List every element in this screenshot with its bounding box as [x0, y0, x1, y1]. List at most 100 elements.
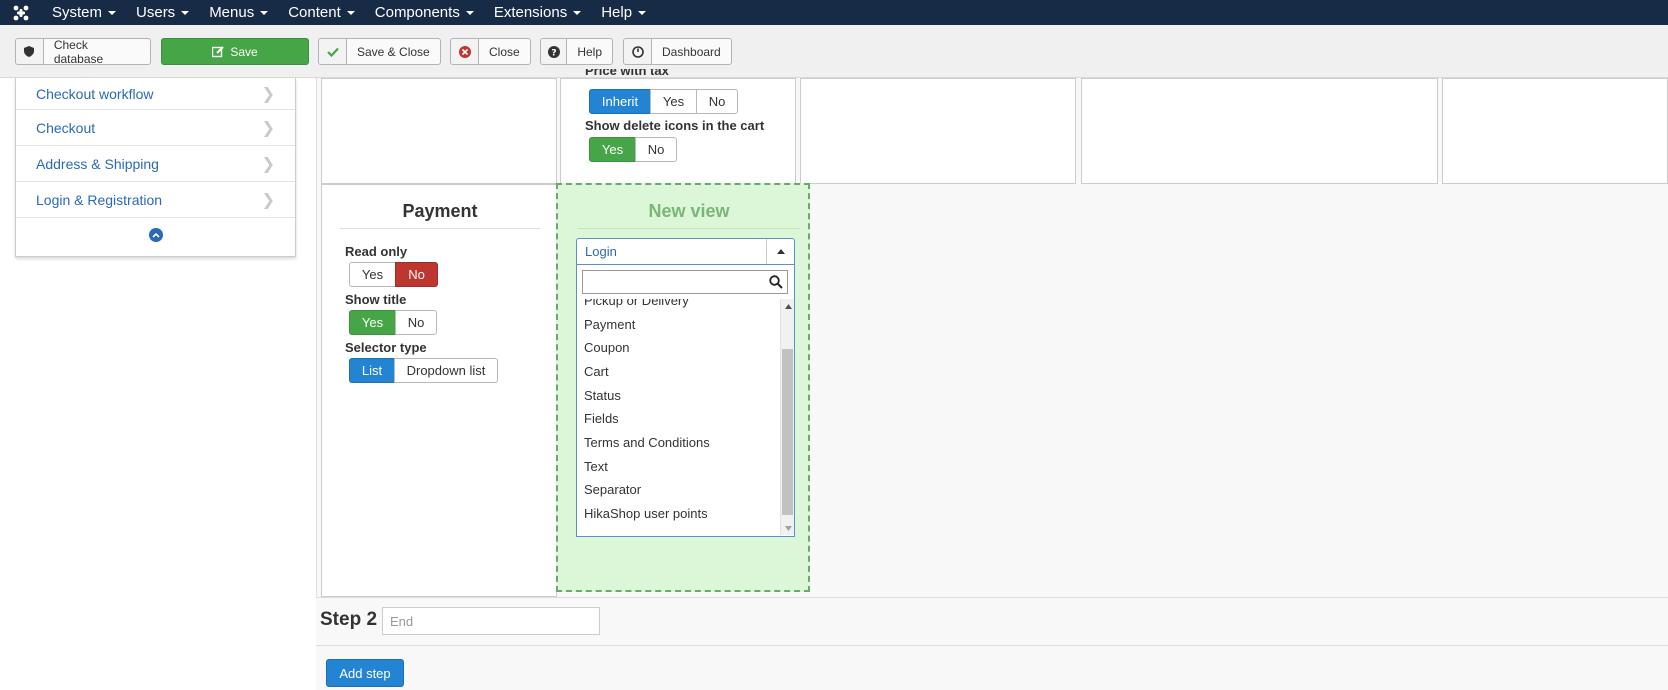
save-label-wrap: Save: [212, 39, 258, 64]
save-button[interactable]: Save: [161, 38, 309, 65]
add-step-row: Add step: [316, 645, 1668, 690]
chevron-right-icon: ❯: [261, 155, 275, 173]
workflow-cell: [1442, 78, 1668, 184]
read-only-yes[interactable]: Yes: [349, 262, 396, 287]
payment-title: Payment: [402, 201, 478, 221]
show-delete-icons-label: Show delete icons in the cart: [585, 118, 765, 133]
show-title-yes[interactable]: Yes: [349, 310, 396, 335]
sidebar-item-label: Checkout workflow: [36, 85, 154, 102]
sidebar-item-label: Address & Shipping: [36, 155, 159, 172]
option-text[interactable]: Text: [584, 454, 608, 479]
dashboard-button[interactable]: Dashboard: [623, 38, 732, 65]
menu-content[interactable]: Content: [278, 0, 365, 25]
menu-menus-label: Menus: [209, 4, 255, 21]
close-button[interactable]: Close: [450, 38, 531, 65]
view-type-search: [582, 270, 788, 294]
svg-text:?: ?: [551, 48, 556, 58]
scroll-down-arrow-icon[interactable]: [781, 521, 794, 535]
workflow-cell: [1081, 78, 1438, 184]
add-step-button[interactable]: Add step: [326, 659, 404, 687]
option-payment[interactable]: Payment: [584, 312, 635, 337]
step-2-name-input[interactable]: [382, 607, 600, 635]
read-only-toggle: Yes No: [349, 262, 438, 287]
search-icon: [769, 275, 783, 292]
save-close-button[interactable]: Save & Close: [318, 38, 441, 65]
scrollbar-thumb[interactable]: [782, 349, 793, 515]
sidebar-item-checkout[interactable]: Checkout ❯: [16, 110, 295, 146]
chevron-right-icon: ❯: [261, 85, 275, 103]
price-with-tax-no[interactable]: No: [696, 89, 738, 114]
price-with-tax-inherit[interactable]: Inherit: [589, 89, 651, 114]
show-title-toggle: Yes No: [349, 310, 437, 335]
check-database-label: Check database: [53, 37, 104, 66]
view-type-dropdown: Pickup or Delivery Payment Coupon Cart S…: [576, 265, 795, 537]
top-navbar: System Users Menus Content Components Ex…: [0, 0, 1668, 25]
show-delete-icons-toggle: Yes No: [589, 137, 677, 162]
option-pickup-or-delivery[interactable]: Pickup or Delivery: [584, 299, 689, 313]
dashboard-label: Dashboard: [662, 44, 721, 59]
show-delete-no[interactable]: No: [635, 137, 677, 162]
menu-components-label: Components: [374, 4, 460, 21]
sidebar-item-address-shipping[interactable]: Address & Shipping ❯: [16, 146, 295, 182]
menu-users[interactable]: Users: [126, 0, 199, 25]
menu-extensions-label: Extensions: [493, 4, 568, 21]
menu-users-label: Users: [136, 4, 176, 21]
step-2-row: Step 2: [316, 597, 1668, 645]
show-title-no[interactable]: No: [395, 310, 437, 335]
dropdown-scrollbar[interactable]: [780, 299, 794, 535]
view-type-selected-value: Login: [585, 244, 617, 259]
check-database-button[interactable]: Check database: [15, 37, 151, 66]
chevron-up-icon: [148, 228, 163, 242]
question-icon: ?: [541, 39, 568, 64]
read-only-no[interactable]: No: [395, 262, 438, 287]
dashboard-icon: [624, 39, 652, 64]
price-with-tax-toggle: Inherit Yes No: [589, 89, 738, 114]
chevron-right-icon: ❯: [261, 119, 275, 137]
menu-help-label: Help: [601, 4, 633, 21]
save-label: Save: [230, 44, 258, 59]
option-fields[interactable]: Fields: [584, 406, 619, 431]
option-separator[interactable]: Separator: [584, 477, 641, 502]
sidebar-item-login-registration[interactable]: Login & Registration ❯: [16, 182, 295, 218]
workflow-cell: [321, 78, 557, 184]
close-label: Close: [489, 44, 520, 59]
option-hikashop-user-points[interactable]: HikaShop user points: [584, 501, 708, 526]
caret-down-icon: [181, 10, 190, 15]
price-with-tax-text: Price with tax: [585, 69, 669, 78]
menu-menus[interactable]: Menus: [199, 0, 278, 25]
sidebar-collapse-button[interactable]: [16, 218, 295, 252]
option-terms-and-conditions[interactable]: Terms and Conditions: [584, 430, 710, 455]
save-close-label: Save & Close: [357, 44, 430, 59]
sidebar: Checkout workflow ❯ Checkout ❯ Address &…: [15, 78, 296, 257]
menu-extensions[interactable]: Extensions: [484, 0, 591, 25]
selector-type-list[interactable]: List: [349, 358, 395, 383]
joomla-logo-icon[interactable]: [0, 0, 42, 25]
scroll-up-arrow-icon[interactable]: [781, 299, 794, 313]
help-label: Help: [577, 44, 602, 59]
menu-system[interactable]: System: [42, 0, 126, 25]
chevron-right-icon: ❯: [261, 191, 275, 209]
menu-components[interactable]: Components: [365, 0, 484, 25]
option-coupon[interactable]: Coupon: [584, 335, 630, 360]
show-delete-yes[interactable]: Yes: [589, 137, 636, 162]
caret-down-icon: [260, 10, 269, 15]
caret-down-icon: [573, 10, 582, 15]
sidebar-item-checkout-workflow[interactable]: Checkout workflow ❯: [16, 78, 295, 110]
close-icon: [451, 39, 479, 64]
show-title-label: Show title: [345, 292, 407, 307]
menu-help[interactable]: Help: [591, 0, 656, 25]
selector-type-dropdown-list[interactable]: Dropdown list: [394, 358, 498, 383]
sidebar-item-label: Checkout: [36, 119, 96, 136]
option-cart[interactable]: Cart: [584, 359, 609, 384]
edit-icon: [212, 45, 225, 57]
price-with-tax-yes[interactable]: Yes: [650, 89, 697, 114]
view-type-select[interactable]: Login: [576, 238, 795, 265]
caret-down-icon: [108, 10, 117, 15]
help-button[interactable]: ? Help: [540, 38, 613, 65]
view-type-search-input[interactable]: [583, 271, 763, 293]
caret-up-icon: [766, 239, 794, 264]
option-status[interactable]: Status: [584, 383, 621, 408]
selector-type-label: Selector type: [345, 340, 427, 355]
new-view-title-divider: [578, 228, 800, 229]
selector-type-toggle: List Dropdown list: [349, 358, 498, 383]
